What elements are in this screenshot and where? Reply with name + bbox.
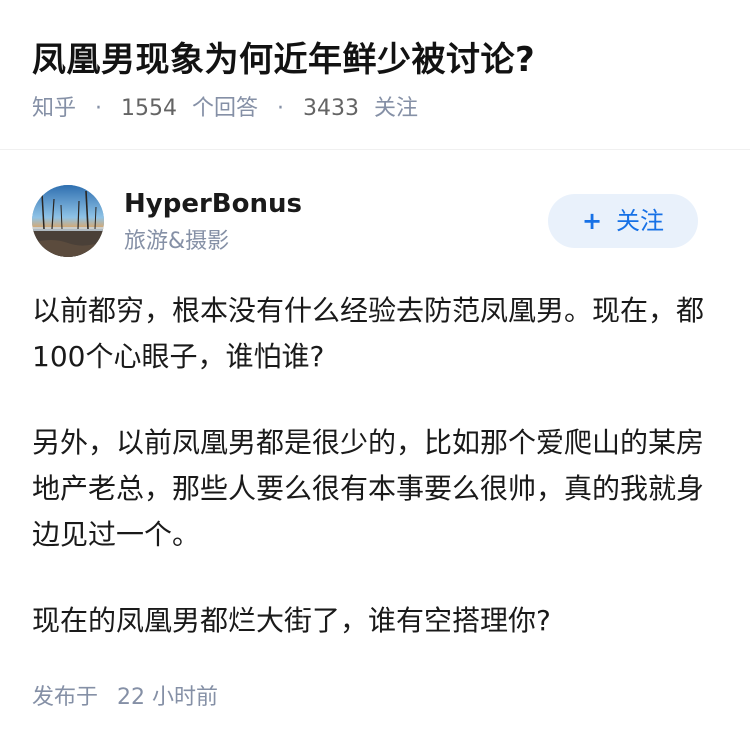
published-label: 发布于 — [32, 685, 99, 710]
follow-button[interactable]: + 关注 — [548, 194, 698, 248]
answer-paragraph: 另外，以前凤凰男都是很少的，比如那个爱爬山的某房地产老总，那些人要么很有本事要么… — [32, 426, 705, 551]
meta-separator: · — [277, 96, 285, 121]
answers-count: 1554 — [121, 96, 178, 121]
answers-label: 个回答 — [192, 96, 259, 121]
answer-page: 凤凰男现象为何近年鲜少被讨论? 知乎 · 1554 个回答 · 3433 关注 — [0, 0, 750, 750]
author-bio: 旅游&摄影 — [124, 229, 230, 254]
avatar[interactable] — [32, 185, 104, 257]
question-meta: 知乎 · 1554 个回答 · 3433 关注 — [32, 92, 418, 126]
answer-footer: 发布于 22 小时前 — [32, 682, 218, 714]
followers-label: 关注 — [374, 96, 419, 121]
avatar-landscape-photo — [32, 185, 104, 257]
answer-paragraph: 现在的凤凰男都烂大街了，谁有空搭理你? — [32, 604, 551, 637]
meta-separator: · — [95, 96, 103, 121]
answer-paragraph: 以前都穷，根本没有什么经验去防范凤凰男。现在，都100个心眼子，谁怕谁? — [32, 294, 705, 373]
question-header: 凤凰男现象为何近年鲜少被讨论? 知乎 · 1554 个回答 · 3433 关注 — [0, 0, 750, 150]
question-title[interactable]: 凤凰男现象为何近年鲜少被讨论? — [32, 36, 535, 84]
followers-count: 3433 — [303, 96, 360, 121]
author-name[interactable]: HyperBonus — [124, 186, 302, 222]
author-row: HyperBonus 旅游&摄影 + 关注 — [0, 150, 750, 280]
source-label[interactable]: 知乎 — [32, 96, 76, 121]
follow-label: 关注 — [616, 207, 665, 235]
published-time: 22 小时前 — [117, 685, 219, 710]
plus-icon: + — [581, 207, 603, 235]
answer-content: 以前都穷，根本没有什么经验去防范凤凰男。现在，都100个心眼子，谁怕谁? 另外，… — [32, 288, 712, 684]
